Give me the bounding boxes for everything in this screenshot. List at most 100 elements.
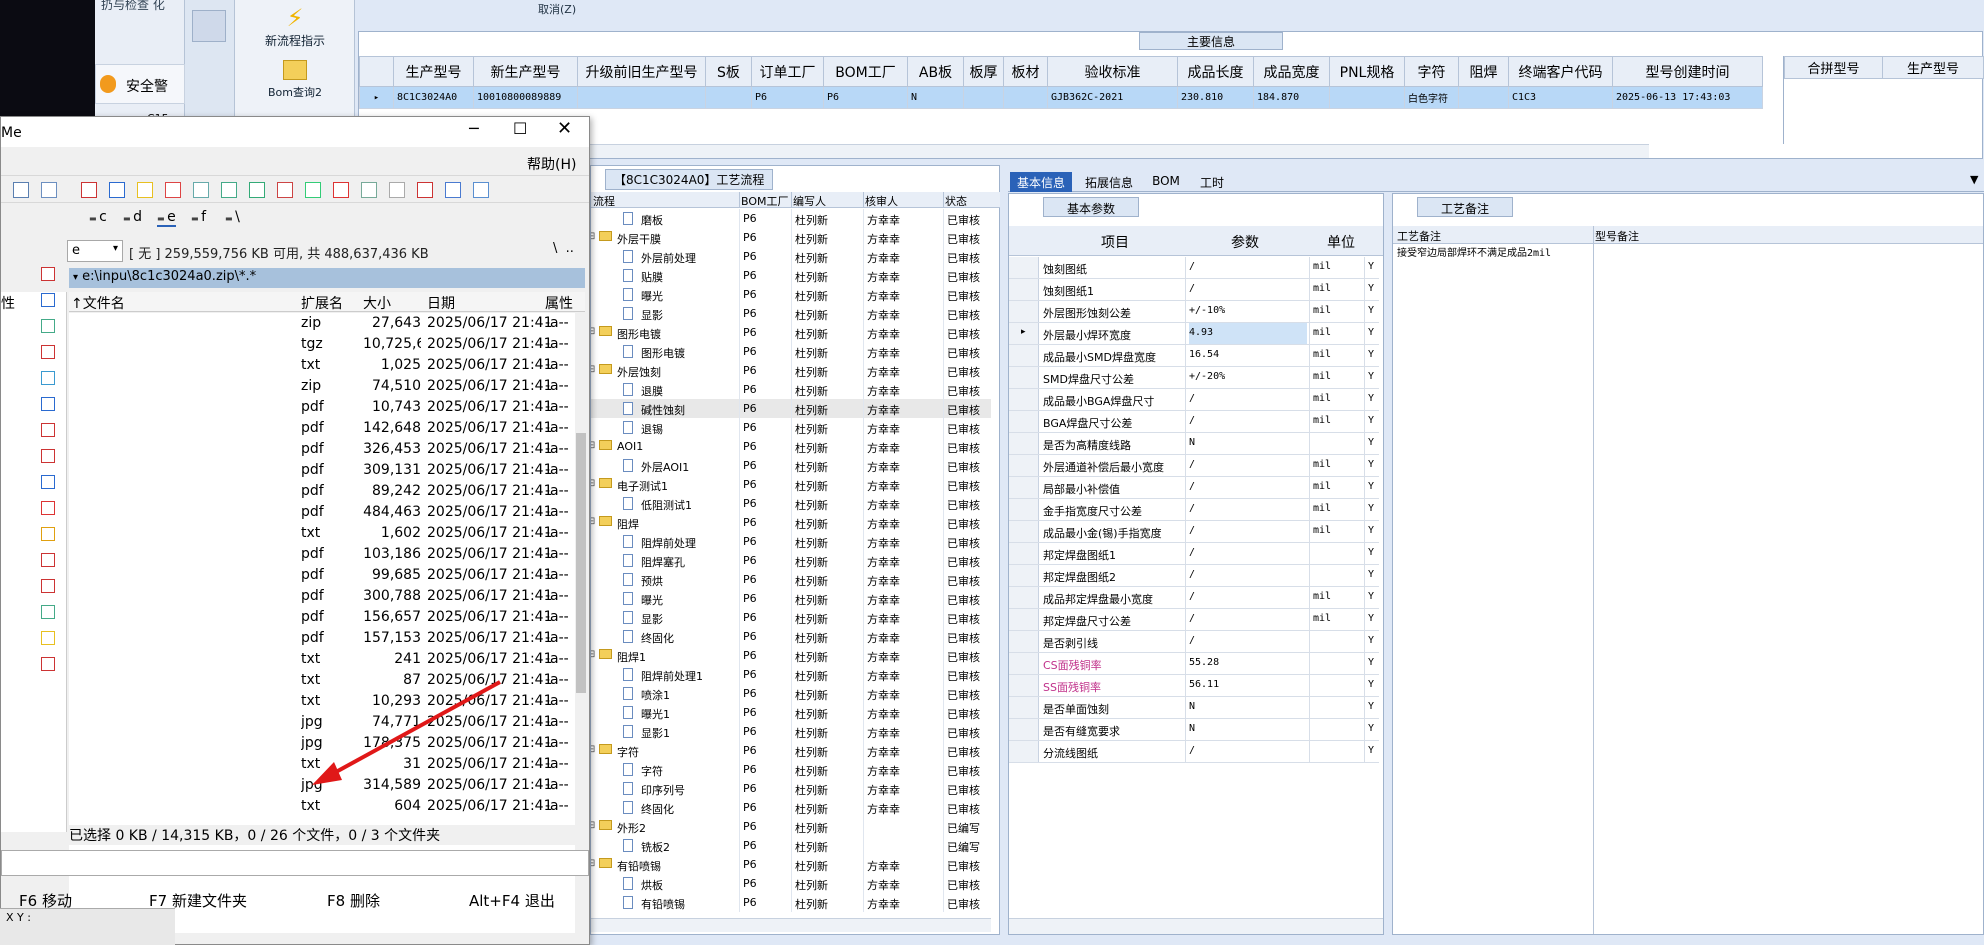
flow-row[interactable]: 外层前处理 P6 杜列新 方幸幸 已审核	[591, 247, 991, 266]
collapse-icon[interactable]: ⊟	[591, 440, 595, 451]
file-row[interactable]: 8c1c3024a0_bopdf142,6482025/06/17 21:41-…	[69, 418, 575, 439]
collapse-icon[interactable]: ⊟	[591, 820, 595, 831]
collapse-icon[interactable]: ⊟	[591, 364, 595, 375]
flow-row[interactable]: 终固化 P6 杜列新 方幸幸 已审核	[591, 627, 991, 646]
collapse-icon[interactable]: ⊟	[591, 231, 595, 242]
fkey-button[interactable]: Alt+F4 退出	[469, 890, 555, 911]
tab-process-notes[interactable]: 工艺备注	[1417, 197, 1513, 217]
col-header[interactable]: 字符	[1404, 56, 1459, 87]
warning-icon[interactable]	[361, 182, 377, 198]
tab-1[interactable]: 拓展信息	[1076, 172, 1142, 192]
flow-col-header[interactable]: BOM工厂	[741, 193, 789, 209]
side-icon[interactable]	[41, 475, 55, 489]
param-row[interactable]: 成品邦定焊盘最小宽度 / mil Y	[1009, 587, 1379, 609]
side-icon[interactable]	[41, 319, 55, 333]
param-row[interactable]: 蚀刻图纸1/mil Y	[1009, 279, 1379, 301]
new-flow-button[interactable]: ⚡ 新流程指示	[235, 2, 355, 56]
flow-row[interactable]: 终固化 P6 杜列新 方幸幸 已审核	[591, 798, 991, 817]
param-row[interactable]: 外层通道补偿后最小宽度 / mil Y	[1009, 455, 1379, 477]
param-row[interactable]: 成品最小BGA焊盘尺寸 / mil Y	[1009, 389, 1379, 411]
path-bar[interactable]: ▾ e:\inpu\8c1c3024a0.zip\*.*	[69, 268, 585, 288]
minimize-icon[interactable]: ─	[469, 119, 479, 138]
tab-3[interactable]: 工时	[1190, 172, 1234, 192]
help-menu[interactable]: 帮助(H)	[527, 154, 576, 174]
file-scrollbar[interactable]	[575, 313, 587, 813]
param-row[interactable]: 邦定焊盘尺寸公差 / mil Y	[1009, 609, 1379, 631]
side-icon[interactable]	[41, 501, 55, 515]
file-col-header[interactable]: 大小	[363, 293, 391, 313]
param-row[interactable]: 成品最小金(锡)手指宽度 / mil Y	[1009, 521, 1379, 543]
flow-row[interactable]: 贴膜 P6 杜列新 方幸幸 已审核	[591, 266, 991, 285]
side-icon[interactable]	[41, 293, 55, 307]
flow-row[interactable]: 曝光1 P6 杜列新 方幸幸 已审核	[591, 703, 991, 722]
param-row[interactable]: 金手指宽度尺寸公差 / mil Y	[1009, 499, 1379, 521]
col-header[interactable]: 新生产型号	[473, 56, 578, 87]
param-row[interactable]: CS面残铜率 55.28 Y	[1009, 653, 1379, 675]
flow-row[interactable]: ⊟ 外层干膜 P6 杜列新 方幸幸 已审核	[591, 228, 991, 247]
file-row[interactable]: 8c1c3024a0_biaozhupdf10,7432025/06/17 21…	[69, 397, 575, 418]
file-row[interactable]: 8c1c3024a0_ss_最小线宽8.000pdf300,7882025/06…	[69, 586, 575, 607]
tree-icon[interactable]	[249, 182, 265, 198]
file-col-header[interactable]: 日期	[427, 293, 455, 313]
file-row[interactable]: 8c1c3024a0_cs_最小SMD16.54pdf326,4532025/0…	[69, 439, 575, 460]
process-note-text[interactable]: 接受窄边局部焊环不满足成品2mil	[1397, 248, 1587, 260]
file-row[interactable]: 8c1c3024a0txt1,0252025/06/17 21:41-a--	[69, 355, 575, 376]
col-header[interactable]: 阻焊	[1458, 56, 1509, 87]
drive-2[interactable]: ▬ e	[157, 209, 176, 227]
flow-row[interactable]: 预烘 P6 杜列新 方幸幸 已审核	[591, 570, 991, 589]
col-header[interactable]: AB板	[907, 56, 964, 87]
param-row[interactable]: 局部最小补偿值 / mil Y	[1009, 477, 1379, 499]
flow-row[interactable]: 显影1 P6 杜列新 方幸幸 已审核	[591, 722, 991, 741]
param-row[interactable]: 成品最小SMD焊盘宽度 16.54 mil Y	[1009, 345, 1379, 367]
text-icon[interactable]	[165, 182, 181, 198]
side-icon[interactable]	[41, 423, 55, 437]
file-col-header[interactable]: 属性	[545, 293, 573, 313]
safety-button[interactable]: 安全警	[95, 64, 185, 104]
flow-row[interactable]: 喷涂1 P6 杜列新 方幸幸 已审核	[591, 684, 991, 703]
file-row[interactable]: 8c1c3024a0_mappdf484,4632025/06/17 21:41…	[69, 502, 575, 523]
flow-col-header[interactable]: 状态	[945, 193, 967, 209]
flow-row[interactable]: 阻焊前处理1 P6 杜列新 方幸幸 已审核	[591, 665, 991, 684]
doc2-icon[interactable]	[221, 182, 237, 198]
side-icon[interactable]	[41, 579, 55, 593]
file-row[interactable]: 8c1c3024a0zip74,5102025/06/17 21:41-a--	[69, 376, 575, 397]
flow-row[interactable]: ⊟ 电子测试1 P6 杜列新 方幸幸 已审核	[591, 475, 991, 494]
flow-row[interactable]: 退膜 P6 杜列新 方幸幸 已审核	[591, 380, 991, 399]
collapse-icon[interactable]: ⊟	[591, 326, 595, 337]
side-icon[interactable]	[41, 267, 55, 281]
flow-row[interactable]: 外层AOI1 P6 杜列新 方幸幸 已审核	[591, 456, 991, 475]
col-prod-model[interactable]: 生产型号	[1882, 56, 1984, 79]
flow-row[interactable]: 字符 P6 杜列新 方幸幸 已审核	[591, 760, 991, 779]
refresh-icon[interactable]	[137, 182, 153, 198]
collapse-icon[interactable]: ⊟	[591, 858, 595, 869]
param-row[interactable]: 邦定焊盘图纸2/Y	[1009, 565, 1379, 587]
param-row[interactable]: 邦定焊盘图纸1/Y	[1009, 543, 1379, 565]
shield-icon[interactable]	[333, 182, 349, 198]
flow-row[interactable]: 阻焊前处理 P6 杜列新 方幸幸 已审核	[591, 532, 991, 551]
col-header[interactable]: 升级前旧生产型号	[577, 56, 706, 87]
side-icon[interactable]	[41, 605, 55, 619]
calculator-icon[interactable]	[192, 10, 226, 42]
side-icon[interactable]	[41, 553, 55, 567]
chevron-down-icon[interactable]: ▼	[1970, 173, 1978, 186]
collapse-icon[interactable]: ⊟	[591, 516, 595, 527]
params-scrollbar[interactable]	[1009, 918, 1383, 934]
pdf2-icon[interactable]	[445, 182, 461, 198]
file-row[interactable]: 8c1c3024a0_newtxt1,6022025/06/17 21:41-a…	[69, 523, 575, 544]
side-icon[interactable]	[41, 657, 55, 671]
flow-col-header[interactable]: 流程	[593, 193, 615, 209]
col-header[interactable]: 板材	[1003, 56, 1048, 87]
flow-row[interactable]: ⊟ 阻焊 P6 杜列新 方幸幸 已审核	[591, 513, 991, 532]
doc-icon[interactable]	[193, 182, 209, 198]
flow-col-header[interactable]: 编写人	[793, 193, 826, 209]
copy-icon[interactable]	[41, 182, 57, 198]
drive-4[interactable]: ▬ \	[225, 209, 240, 225]
param-row[interactable]: 是否剥引线 / Y	[1009, 631, 1379, 653]
drive-0[interactable]: ▬ c	[89, 209, 107, 225]
col-header[interactable]: 订单工厂	[751, 56, 824, 87]
sheet-icon[interactable]	[305, 182, 321, 198]
flow-row[interactable]: 有铅喷锡 P6 杜列新 方幸幸 已审核	[591, 893, 991, 912]
file-col-header[interactable]: ↑文件名	[71, 293, 125, 313]
param-row[interactable]: 蚀刻图纸 / mil Y	[1009, 257, 1379, 279]
col-header[interactable]: 生产型号	[393, 56, 474, 87]
